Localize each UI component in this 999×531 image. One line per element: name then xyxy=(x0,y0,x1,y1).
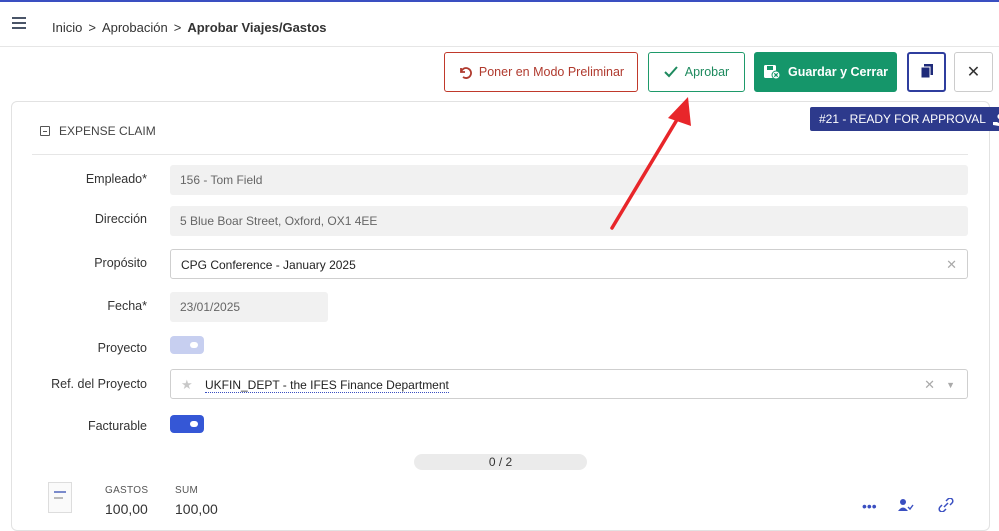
billable-toggle[interactable] xyxy=(170,415,204,433)
assign-user-icon[interactable] xyxy=(898,498,914,515)
employee-field: 156 - Tom Field xyxy=(170,165,968,195)
clear-icon[interactable]: ✕ xyxy=(924,370,935,400)
purpose-input[interactable]: CPG Conference - January 2025 ✕ xyxy=(170,249,968,279)
save-close-icon xyxy=(763,64,781,80)
status-badge: #21 - READY FOR APPROVAL xyxy=(810,107,999,131)
document-icon[interactable] xyxy=(48,482,72,513)
breadcrumb-separator: > xyxy=(88,20,96,35)
more-icon[interactable]: ••• xyxy=(862,498,877,514)
expenses-label: GASTOS xyxy=(105,485,149,496)
breadcrumb-parent[interactable]: Aprobación xyxy=(102,20,168,35)
copy-icon xyxy=(920,63,934,82)
project-label: Proyecto xyxy=(97,341,147,355)
hamburger-icon[interactable] xyxy=(12,17,26,29)
breadcrumb-separator: > xyxy=(173,20,182,35)
check-icon xyxy=(664,66,678,78)
project-ref-label: Ref. del Proyecto xyxy=(51,377,147,391)
approve-button[interactable]: Aprobar xyxy=(648,52,745,92)
section-title: EXPENSE CLAIM xyxy=(59,124,156,138)
pager: 0 / 2 xyxy=(414,454,587,470)
user-hand-icon xyxy=(992,111,999,135)
save-and-close-label: Guardar y Cerrar xyxy=(787,65,889,79)
purpose-value: CPG Conference - January 2025 xyxy=(181,258,356,272)
undo-icon xyxy=(458,65,472,79)
divider xyxy=(32,154,968,155)
draft-mode-button[interactable]: Poner en Modo Preliminar xyxy=(444,52,638,92)
close-button[interactable]: ✕ xyxy=(954,52,993,92)
clear-icon[interactable]: ✕ xyxy=(946,250,957,280)
breadcrumb-current: Aprobar Viajes/Gastos xyxy=(187,20,327,35)
link-icon[interactable] xyxy=(938,497,954,515)
close-icon: ✕ xyxy=(966,64,981,81)
section-header[interactable]: EXPENSE CLAIM xyxy=(40,124,156,138)
purpose-label: Propósito xyxy=(94,256,147,270)
date-value: 23/01/2025 xyxy=(180,300,241,314)
draft-mode-label: Poner en Modo Preliminar xyxy=(478,65,625,79)
top-bar: Inicio > Aprobación > Aprobar Viajes/Gastos xyxy=(0,0,999,47)
address-value: 5 Blue Boar Street, Oxford, OX1 4EE xyxy=(180,214,378,228)
project-toggle[interactable] xyxy=(170,336,204,354)
approve-label: Aprobar xyxy=(684,65,730,79)
breadcrumb-home[interactable]: Inicio xyxy=(52,20,82,35)
star-icon[interactable]: ★ xyxy=(181,370,193,400)
sum-label: SUM xyxy=(175,485,199,496)
sum-value: 100,00 xyxy=(175,501,218,517)
expenses-value: 100,00 xyxy=(105,501,148,517)
collapse-icon[interactable] xyxy=(40,126,50,136)
employee-value: 156 - Tom Field xyxy=(180,173,263,187)
date-field[interactable]: 23/01/2025 xyxy=(170,292,328,322)
copy-button[interactable] xyxy=(907,52,946,92)
status-badge-label: #21 - READY FOR APPROVAL xyxy=(819,112,986,126)
billable-label: Facturable xyxy=(87,419,147,433)
project-ref-select[interactable]: ★ UKFIN_DEPT - the IFES Finance Departme… xyxy=(170,369,968,399)
pager-value: 0 / 2 xyxy=(488,455,513,469)
date-label: Fecha* xyxy=(107,299,147,313)
chevron-down-icon[interactable]: ▼ xyxy=(946,370,955,400)
project-ref-value[interactable]: UKFIN_DEPT - the IFES Finance Department xyxy=(205,378,449,393)
employee-label: Empleado* xyxy=(85,172,147,186)
breadcrumb: Inicio > Aprobación > Aprobar Viajes/Gastos xyxy=(52,20,327,35)
save-and-close-button[interactable]: Guardar y Cerrar xyxy=(754,52,897,92)
address-label: Dirección xyxy=(94,212,147,226)
address-field: 5 Blue Boar Street, Oxford, OX1 4EE xyxy=(170,206,968,236)
